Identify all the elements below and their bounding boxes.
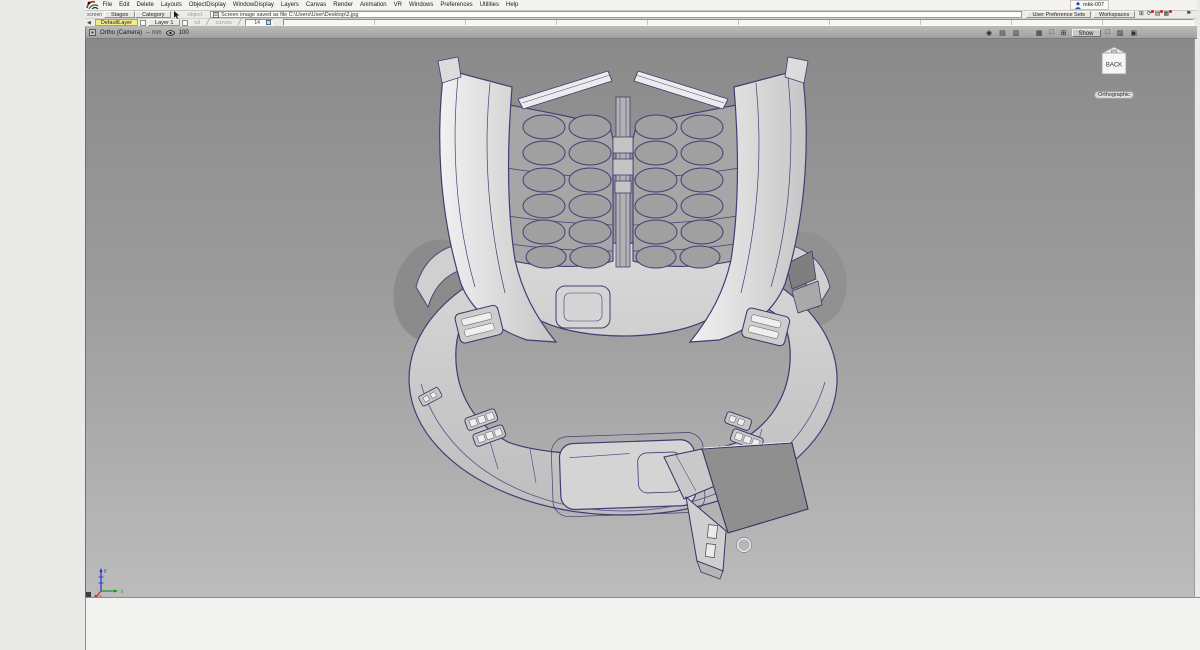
panel-layout-icon[interactable]: ▥ <box>1011 29 1022 37</box>
units-label: -- mm <box>146 30 162 36</box>
flag-icon[interactable]: ⚑ <box>1185 11 1193 18</box>
panel-split-icon[interactable]: ▤ <box>997 29 1008 37</box>
default-layer-button[interactable]: DefaultLayer <box>95 19 138 26</box>
visibility-value: 100 <box>179 30 189 36</box>
shading-sphere-icon[interactable]: ◉ <box>984 29 994 37</box>
menu-edit[interactable]: Edit <box>116 0 133 10</box>
menu-render[interactable]: Render <box>330 0 357 10</box>
viewport-menu-icon[interactable] <box>89 29 96 36</box>
refresh-notify-icon[interactable]: ⟳ <box>1145 11 1153 18</box>
menu-layouts[interactable]: Layouts <box>157 0 185 10</box>
layer-1-button[interactable]: Layer 1 <box>148 19 180 26</box>
shelf-group-label: screen <box>85 12 104 18</box>
maximize-view-icon[interactable]: ▣ <box>1128 29 1139 37</box>
menu-objectdisplay[interactable]: ObjectDisplay <box>185 0 229 10</box>
layer-1-checkbox[interactable] <box>182 20 188 26</box>
menu-windows[interactable]: Windows <box>405 0 436 10</box>
grid-toggle-icon[interactable]: ▦ <box>1034 29 1045 37</box>
tab-category[interactable]: Category <box>135 11 171 18</box>
pick-tool-icon[interactable] <box>173 11 181 19</box>
draw-line-icon[interactable]: ╱ <box>206 19 210 26</box>
axis-triad: x y z <box>90 565 124 597</box>
tab-stages[interactable]: Stages <box>104 11 135 18</box>
tools-notify-icon[interactable]: ▦ <box>1162 11 1171 18</box>
menu-vr[interactable]: VR <box>390 0 405 10</box>
panel-notify-icon[interactable]: ▤ <box>1153 11 1162 18</box>
default-layer-checkbox[interactable] <box>140 20 146 26</box>
curves-label: curves <box>212 20 236 26</box>
window-box-icon[interactable]: □ <box>1104 29 1112 36</box>
user-account-chip[interactable]: mkk-007 <box>1070 0 1109 10</box>
camera-label[interactable]: Ortho (Camera) <box>100 30 142 36</box>
menu-preferences[interactable]: Preferences <box>437 0 476 10</box>
user-name: mkk-007 <box>1083 2 1104 8</box>
viewcube-icon[interactable]: BACK <box>1097 44 1131 78</box>
visibility-eye-icon[interactable] <box>166 30 175 36</box>
menu-help[interactable]: Help <box>503 0 522 10</box>
tool-context-label: object <box>183 12 206 18</box>
menu-file[interactable]: File <box>99 0 116 10</box>
snap-toggle-icon[interactable]: ⊞ <box>1059 29 1069 37</box>
frame-toggle-icon[interactable]: □ <box>1047 29 1055 36</box>
model-3d <box>86 39 1195 597</box>
hatch-display-icon[interactable]: ▨ <box>1115 29 1126 37</box>
layer-slot-bar[interactable] <box>283 19 1194 26</box>
prompt-line[interactable]: Screen image saved as file C:\Users\User… <box>210 11 1022 18</box>
shelf-row: screen Stages Category object Screen ima… <box>85 11 1197 19</box>
menu-windowdisplay[interactable]: WindowDisplay <box>229 0 277 10</box>
nil-label: nil <box>190 20 204 26</box>
alias-app-window: File Edit Delete Layouts ObjectDisplay W… <box>85 0 1200 650</box>
projection-label[interactable]: Orthographic <box>1094 91 1134 99</box>
prompt-history-icon[interactable] <box>213 12 219 18</box>
menu-delete[interactable]: Delete <box>133 0 157 10</box>
menu-animation[interactable]: Animation <box>356 0 390 10</box>
bottom-panel <box>85 597 1200 650</box>
prompt-message: Screen image saved as file C:\Users\User… <box>221 12 358 18</box>
user-icon <box>1075 2 1081 9</box>
menu-layers[interactable]: Layers <box>277 0 302 10</box>
curve-degree-icon[interactable]: ╱ <box>238 19 242 26</box>
workspaces-button[interactable]: Workspaces <box>1093 11 1135 18</box>
menu-utilities[interactable]: Utilities <box>476 0 502 10</box>
viewcube[interactable]: BACK Orthographic <box>1094 44 1134 101</box>
viewport-canvas[interactable]: BACK Orthographic x y z <box>85 39 1195 597</box>
slider-handle[interactable] <box>266 20 271 25</box>
viewport-header: Ortho (Camera) -- mm 100 ◉ ▤ ▥ ▦ □ ⊞ Sho… <box>85 27 1197 39</box>
menu-canvas[interactable]: Canvas <box>302 0 329 10</box>
menu-bar: File Edit Delete Layouts ObjectDisplay W… <box>85 0 1197 11</box>
tolerance-slider[interactable]: 14 <box>245 19 273 26</box>
axis-y-label: y <box>104 568 107 574</box>
snapshot-grid-icon[interactable]: ⊞ <box>1137 11 1145 18</box>
app-logo-icon <box>86 0 99 10</box>
show-button[interactable]: Show <box>1072 29 1101 37</box>
user-preference-sets-button[interactable]: User Preference Sets <box>1026 11 1091 18</box>
layer-bar: ◀ DefaultLayer Layer 1 nil ╱ curves ╱ 14 <box>85 19 1197 27</box>
layer-scroll-left-button[interactable]: ◀ <box>85 20 93 26</box>
viewcube-face-label: BACK <box>1106 63 1122 69</box>
axis-x-label: x <box>121 589 124 595</box>
slider-value: 14 <box>254 20 260 26</box>
